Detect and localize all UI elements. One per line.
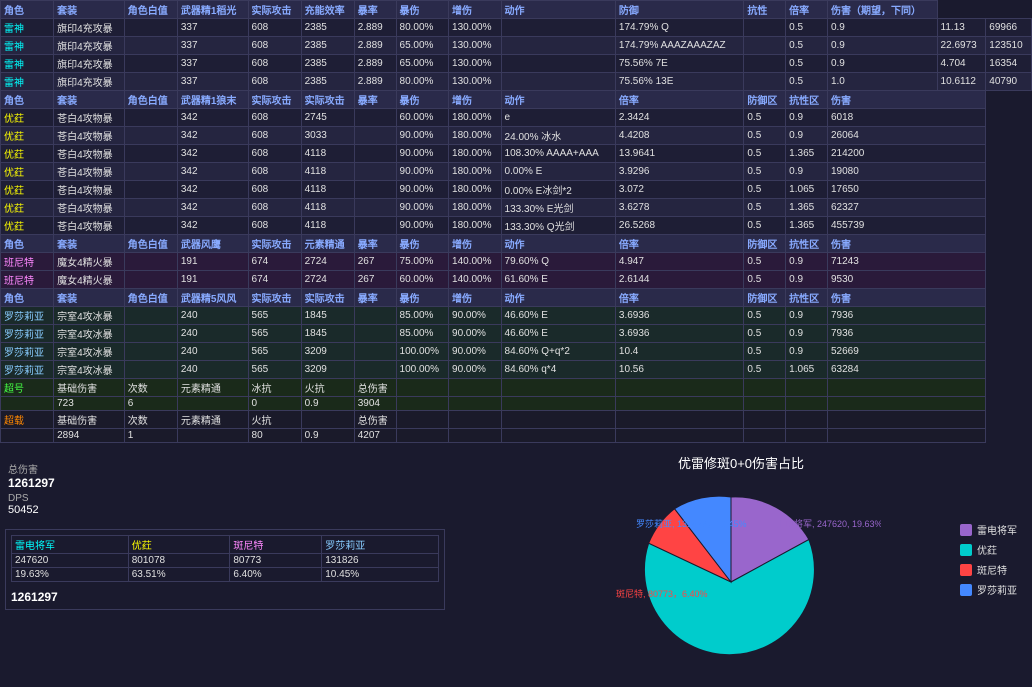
table-row: 班尼特 魔女4精火暴 191 674 2724 267 60.00% 140.0… bbox=[1, 271, 1032, 289]
dps-label: DPS bbox=[8, 493, 442, 504]
main-container: 角色 套装 角色白值 武器精1稻光 实际攻击 充能效率 暴率 暴伤 增伤 动作 … bbox=[0, 0, 1032, 687]
col-damage: 伤害（期望，下同） bbox=[827, 1, 937, 19]
table-row: 优荭 苍白4攻物暴 342 608 4118 90.00% 180.00% 0.… bbox=[1, 163, 1032, 181]
legend-label-luo: 罗莎莉亚 bbox=[977, 582, 1017, 597]
col-weapon: 武器精1稻光 bbox=[177, 1, 248, 19]
legend-item-luo: 罗莎莉亚 bbox=[960, 582, 1017, 597]
total-dmg-label: 总伤害 bbox=[8, 461, 442, 476]
pie-chart-svg: 罗莎莉亚, 131826，10.45% 雷电将军, 247620, 19.63%… bbox=[601, 482, 881, 682]
col-suit: 套装 bbox=[54, 1, 125, 19]
char-stats-header-row: 雷电将军 优荭 斑尼特 罗莎莉亚 bbox=[12, 536, 439, 554]
total-dmg-section: 总伤害 1261297 DPS 50452 bbox=[5, 458, 445, 519]
char-pct-row: 19.63% 63.51% 6.40% 10.45% bbox=[12, 568, 439, 582]
char-values-row: 247620 801078 80773 131826 bbox=[12, 554, 439, 568]
table-row: 雷神 旗印4充攻暴 337 608 2385 2.889 65.00% 130.… bbox=[1, 37, 1032, 55]
col-crit-dmg: 暴伤 bbox=[396, 1, 449, 19]
col-crit-rate: 暴率 bbox=[354, 1, 396, 19]
table-row: 罗莎莉亚 宗室4攻冰暴 240 565 1845 85.00% 90.00% 4… bbox=[1, 307, 1032, 325]
legend-color-lei bbox=[960, 524, 972, 536]
skill-row-2: 超载 基础伤害 次数 元素精通 火抗 总伤害 bbox=[1, 411, 1032, 429]
col-role: 角色 bbox=[1, 1, 54, 19]
pie-label-lei: 雷电将军, 247620, 19.63% bbox=[776, 518, 881, 529]
skill-row-1-data: 723 6 0 0.9 3904 bbox=[1, 397, 1032, 411]
bottom-section: 总伤害 1261297 DPS 50452 雷电将军 优荭 斑尼特 罗莎莉亚 2… bbox=[0, 448, 1032, 687]
total-dmg-value: 1261297 bbox=[8, 476, 442, 490]
chart-legend: 雷电将军 优荭 斑尼特 罗莎莉亚 bbox=[960, 522, 1017, 602]
col-res: 抗性 bbox=[744, 1, 786, 19]
section-header-1: 角色 套装 角色白值 武器精1稻光 实际攻击 充能效率 暴率 暴伤 增伤 动作 … bbox=[1, 1, 1032, 19]
table-row: 雷神 旗印4充攻暴 337 608 2385 2.889 65.00% 130.… bbox=[1, 55, 1032, 73]
legend-label-you: 优荭 bbox=[977, 542, 997, 557]
pie-chart-container: 罗莎莉亚, 131826，10.45% 雷电将军, 247620, 19.63%… bbox=[455, 482, 1027, 682]
table-row: 罗莎莉亚 宗室4攻冰暴 240 565 3209 100.00% 90.00% … bbox=[1, 343, 1032, 361]
legend-color-you bbox=[960, 544, 972, 556]
legend-item-ban: 斑尼特 bbox=[960, 562, 1017, 577]
section-header-4: 角色 套装 角色白值 武器精5风风 实际攻击 实际攻击 暴率 暴伤 增伤 动作 … bbox=[1, 289, 1032, 307]
col-base: 角色白值 bbox=[124, 1, 177, 19]
legend-item-you: 优荭 bbox=[960, 542, 1017, 557]
col-multiplier: 倍率 bbox=[786, 1, 828, 19]
legend-color-ban bbox=[960, 564, 972, 576]
col-def: 防御 bbox=[615, 1, 743, 19]
legend-label-lei: 雷电将军 bbox=[977, 522, 1017, 537]
dps-value: 50452 bbox=[8, 504, 442, 516]
table-row: 罗莎莉亚 宗室4攻冰暴 240 565 1845 85.00% 90.00% 4… bbox=[1, 325, 1032, 343]
right-chart: 优雷修斑0+0伤害占比 bbox=[450, 448, 1032, 687]
col-atk: 实际攻击 bbox=[248, 1, 301, 19]
legend-color-luo bbox=[960, 584, 972, 596]
table-row: 优荭 苍白4攻物暴 342 608 4118 90.00% 180.00% 10… bbox=[1, 145, 1032, 163]
pie-label-luo: 罗莎莉亚, 131826，10.45% bbox=[636, 518, 747, 529]
col-charge: 充能效率 bbox=[301, 1, 354, 19]
pie-label-ban: 斑尼特, 80773，6.40% bbox=[616, 588, 708, 599]
left-stats: 总伤害 1261297 DPS 50452 雷电将军 优荭 斑尼特 罗莎莉亚 2… bbox=[0, 448, 450, 687]
table-row: 优荭 苍白4攻物暴 342 608 4118 90.00% 180.00% 0.… bbox=[1, 181, 1032, 199]
table-row: 优荭 苍白4攻物暴 342 608 3033 90.00% 180.00% 24… bbox=[1, 127, 1032, 145]
section-header-3: 角色 套装 角色白值 武器风鹰 实际攻击 元素精通 暴率 暴伤 增伤 动作 倍率… bbox=[1, 235, 1032, 253]
table-row: 雷神 旗印4充攻暴 337 608 2385 2.889 80.00% 130.… bbox=[1, 19, 1032, 37]
table-row: 优荭 苍白4攻物暴 342 608 4118 90.00% 180.00% 13… bbox=[1, 217, 1032, 235]
legend-item-lei: 雷电将军 bbox=[960, 522, 1017, 537]
legend-label-ban: 斑尼特 bbox=[977, 562, 1007, 577]
char-stats-table: 雷电将军 优荭 斑尼特 罗莎莉亚 247620 801078 80773 131… bbox=[11, 535, 439, 582]
table-row: 优荭 苍白4攻物暴 342 608 4118 90.00% 180.00% 13… bbox=[1, 199, 1032, 217]
table-row: 班尼特 魔女4精火暴 191 674 2724 267 75.00% 140.0… bbox=[1, 253, 1032, 271]
table-row: 罗莎莉亚 宗室4攻冰暴 240 565 3209 100.00% 90.00% … bbox=[1, 361, 1032, 379]
skill-row-1: 超号 基础伤害 次数 元素精通 冰抗 火抗 总伤害 bbox=[1, 379, 1032, 397]
section-header-2: 角色 套装 角色白值 武器精1狼末 实际攻击 实际攻击 暴率 暴伤 增伤 动作 … bbox=[1, 91, 1032, 109]
skill-row-2-data: 2894 1 80 0.9 4207 bbox=[1, 429, 1032, 443]
chart-title: 优雷修斑0+0伤害占比 bbox=[455, 453, 1027, 472]
data-table: 角色 套装 角色白值 武器精1稻光 实际攻击 充能效率 暴率 暴伤 增伤 动作 … bbox=[0, 0, 1032, 443]
table-row: 优荭 苍白4攻物暴 342 608 2745 60.00% 180.00% e … bbox=[1, 109, 1032, 127]
grand-total: 1261297 bbox=[11, 590, 439, 604]
char-stats-container: 雷电将军 优荭 斑尼特 罗莎莉亚 247620 801078 80773 131… bbox=[5, 529, 445, 610]
col-dmg-bonus: 增伤 bbox=[449, 1, 502, 19]
table-row: 雷神 旗印4充攻暴 337 608 2385 2.889 80.00% 130.… bbox=[1, 73, 1032, 91]
col-action: 动作 bbox=[501, 1, 615, 19]
